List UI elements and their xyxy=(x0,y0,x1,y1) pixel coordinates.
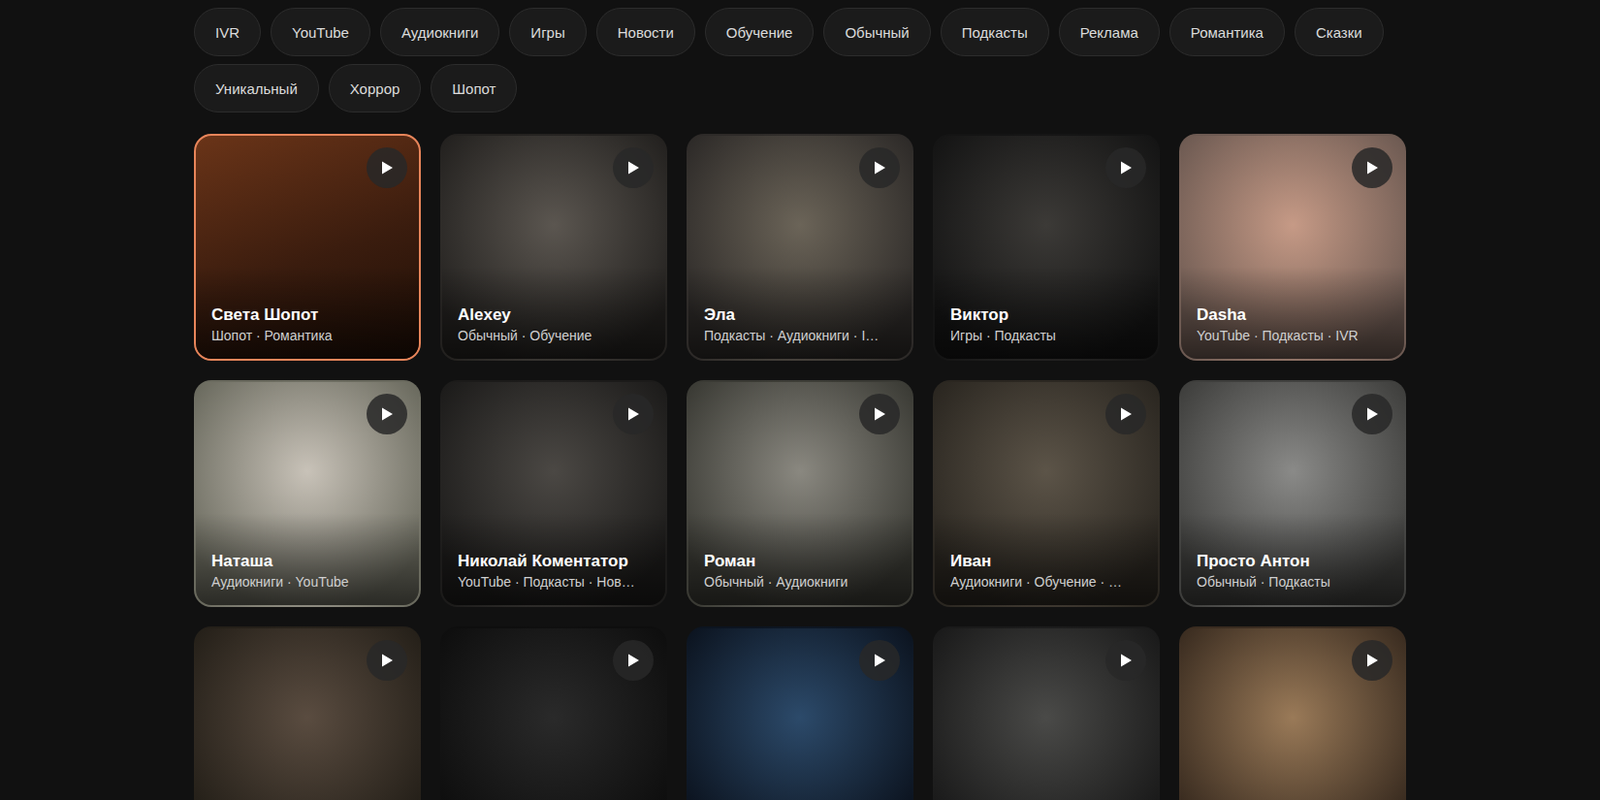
play-icon xyxy=(380,160,394,176)
voice-caption: Alexey Обычный · Обучение xyxy=(442,266,666,359)
filter-chip[interactable]: Уникальный xyxy=(193,64,320,113)
play-button[interactable] xyxy=(366,640,408,681)
voice-card[interactable]: Эла Подкасты · Аудиокниги · I… xyxy=(686,133,914,361)
play-icon xyxy=(380,406,394,422)
play-icon xyxy=(1365,160,1379,176)
voice-caption: Иван Аудиокниги · Обучение · … xyxy=(934,512,1158,606)
voice-tags: Обычный · Аудиокниги xyxy=(704,574,898,590)
filter-chip[interactable]: YouTube xyxy=(270,7,371,57)
voice-card[interactable]: Николай Коментатор YouTube · Подкасты · Н… xyxy=(440,380,668,608)
voice-card[interactable]: Роман Обычный · Аудиокниги xyxy=(686,380,914,608)
voice-name: Николай Коментатор xyxy=(457,551,652,572)
play-button[interactable] xyxy=(859,147,900,189)
filter-chip[interactable]: Подкасты xyxy=(940,7,1050,57)
voice-name: Dasha xyxy=(1196,305,1391,325)
voice-grid: Света Шопот Шопот · Романтика Alexey Обычны… xyxy=(193,133,1407,800)
play-icon xyxy=(1119,406,1133,422)
play-button[interactable] xyxy=(1351,640,1393,681)
voice-caption: Dasha YouTube · Подкасты · IVR xyxy=(1181,266,1405,359)
play-icon xyxy=(380,652,394,669)
filter-chip[interactable]: Романтика xyxy=(1169,7,1285,57)
filter-chip[interactable]: Новости xyxy=(596,7,696,57)
voice-card[interactable] xyxy=(193,626,421,800)
voice-caption: Виктор Игры · Подкасты xyxy=(934,266,1158,359)
filter-chip[interactable]: Игры xyxy=(509,7,586,57)
voice-tags: Обычный · Подкасты xyxy=(1196,574,1391,590)
filter-bar: IVRYouTubeАудиокнигиИгрыНовостиОбучениеО… xyxy=(193,7,1407,113)
voice-card[interactable] xyxy=(440,626,668,800)
play-icon xyxy=(872,652,887,669)
play-button[interactable] xyxy=(859,393,900,435)
voice-card[interactable]: Иван Аудиокниги · Обучение · … xyxy=(932,380,1160,608)
play-icon xyxy=(1365,406,1379,422)
voice-tags: Аудиокниги · YouTube xyxy=(211,574,406,590)
voice-card[interactable] xyxy=(1179,626,1407,800)
play-button[interactable] xyxy=(612,393,654,435)
play-icon xyxy=(626,652,640,669)
voice-name: Наташа xyxy=(211,551,406,572)
play-button[interactable] xyxy=(1105,147,1147,189)
voice-library: IVRYouTubeАудиокнигиИгрыНовостиОбучениеО… xyxy=(193,0,1407,800)
voice-caption: Николай Коментатор YouTube · Подкасты · Н… xyxy=(442,512,666,606)
play-button[interactable] xyxy=(612,640,654,681)
play-icon xyxy=(1119,160,1133,176)
play-icon xyxy=(1365,652,1379,669)
voice-name: Роман xyxy=(704,551,898,572)
voice-tags: Подкасты · Аудиокниги · I… xyxy=(704,327,898,344)
play-icon xyxy=(1119,652,1133,669)
play-icon xyxy=(626,406,640,422)
play-button[interactable] xyxy=(1351,393,1393,435)
play-button[interactable] xyxy=(366,147,408,189)
filter-chip[interactable]: IVR xyxy=(193,7,261,57)
play-button[interactable] xyxy=(859,640,900,681)
play-button[interactable] xyxy=(1351,147,1393,189)
voice-name: Просто Антон xyxy=(1196,551,1391,572)
voice-card[interactable]: Света Шопот Шопот · Романтика xyxy=(193,133,421,361)
voice-caption: Просто Антон Обычный · Подкасты xyxy=(1181,512,1405,606)
voice-caption: Роман Обычный · Аудиокниги xyxy=(688,512,912,606)
filter-chip[interactable]: Сказки xyxy=(1294,7,1384,57)
voice-tags: Аудиокниги · Обучение · … xyxy=(950,574,1145,590)
play-button[interactable] xyxy=(612,147,654,189)
filter-chip[interactable]: Реклама xyxy=(1058,7,1160,57)
voice-card[interactable]: Виктор Игры · Подкасты xyxy=(932,133,1160,361)
voice-tags: Шопот · Романтика xyxy=(211,327,406,344)
voice-tags: YouTube · Подкасты · IVR xyxy=(1196,327,1391,344)
voice-tags: YouTube · Подкасты · Нов… xyxy=(457,574,652,590)
voice-card[interactable]: Наташа Аудиокниги · YouTube xyxy=(193,380,421,608)
voice-name: Эла xyxy=(704,305,898,325)
voice-tags: Игры · Подкасты xyxy=(950,327,1145,344)
voice-caption: Эла Подкасты · Аудиокниги · I… xyxy=(688,266,912,359)
voice-name: Света Шопот xyxy=(211,305,406,325)
play-icon xyxy=(872,160,887,176)
play-button[interactable] xyxy=(1105,640,1147,681)
voice-name: Виктор xyxy=(950,305,1145,325)
filter-chip[interactable]: Обучение xyxy=(704,7,815,57)
filter-chip[interactable]: Обычный xyxy=(823,7,930,57)
voice-card[interactable]: Просто Антон Обычный · Подкасты xyxy=(1179,380,1407,608)
voice-name: Иван xyxy=(950,551,1145,572)
voice-caption: Наташа Аудиокниги · YouTube xyxy=(195,512,419,606)
voice-card[interactable] xyxy=(932,626,1160,800)
voice-tags: Обычный · Обучение xyxy=(457,327,652,344)
voice-caption: Света Шопот Шопот · Романтика xyxy=(195,266,419,359)
voice-card[interactable] xyxy=(686,626,914,800)
filter-chip[interactable]: Хоррор xyxy=(328,64,422,113)
filter-chip[interactable]: Шопот xyxy=(430,64,517,113)
play-button[interactable] xyxy=(1105,393,1147,435)
filter-chip[interactable]: Аудиокниги xyxy=(380,7,500,57)
voice-card[interactable]: Alexey Обычный · Обучение xyxy=(440,133,668,361)
play-button[interactable] xyxy=(366,393,408,435)
play-icon xyxy=(872,406,887,422)
play-icon xyxy=(626,160,640,176)
voice-name: Alexey xyxy=(457,305,652,325)
voice-card[interactable]: Dasha YouTube · Подкасты · IVR xyxy=(1179,133,1407,361)
